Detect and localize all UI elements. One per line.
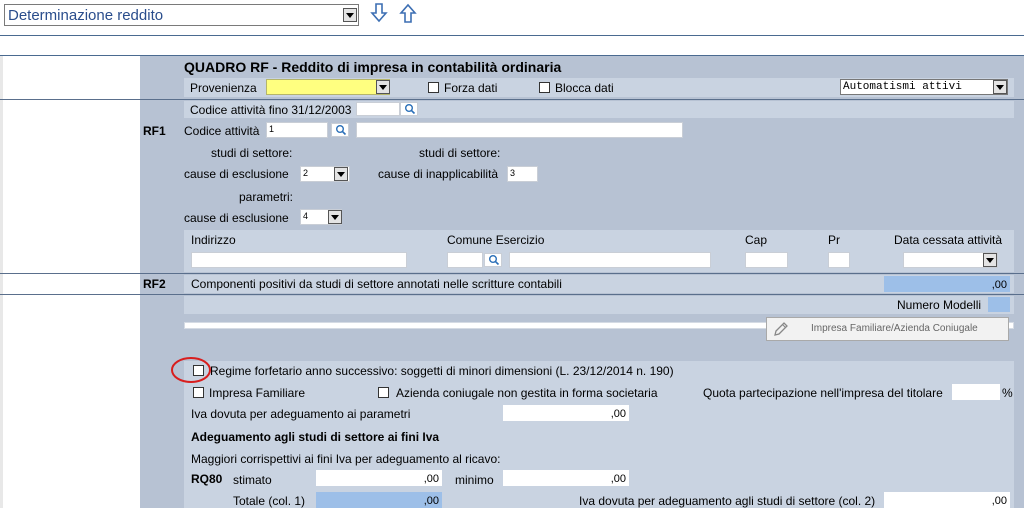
indirizzo-input[interactable] xyxy=(191,252,407,268)
automatismi-select[interactable]: Automatismi attivi xyxy=(840,79,1008,95)
quota-input[interactable] xyxy=(952,384,1000,400)
parametri-label: parametri: xyxy=(239,190,294,204)
studi-settore-label-1: studi di settore: xyxy=(211,146,293,160)
codice-fino-input[interactable] xyxy=(356,102,400,116)
azienda-coniugale-label: Azienda coniugale non gestita in forma s… xyxy=(396,386,658,400)
iva-parametri-input[interactable]: ,00 xyxy=(503,405,629,421)
search-icon-button[interactable] xyxy=(484,253,502,267)
cap-label: Cap xyxy=(745,233,768,247)
section-select[interactable]: Determinazione reddito xyxy=(4,4,359,26)
arrow-down-icon[interactable] xyxy=(370,3,388,23)
comune-code-input[interactable] xyxy=(447,252,483,268)
pr-label: Pr xyxy=(828,233,840,247)
totale-value[interactable]: ,00 xyxy=(316,492,442,508)
page-title: QUADRO RF - Reddito di impresa in contab… xyxy=(184,59,562,75)
automatismi-value: Automatismi attivi xyxy=(843,81,962,93)
codice-attivita-label: Codice attività xyxy=(184,124,260,138)
codice-attivita-input[interactable]: 1 xyxy=(266,122,328,138)
cause-inapplicabilita-label: cause di inapplicabilità xyxy=(378,167,499,181)
rf2-label: RF2 xyxy=(143,277,166,291)
impresa-familiare-button[interactable]: Impresa Familiare/Azienda Coniugale xyxy=(766,317,1009,341)
chevron-down-icon[interactable] xyxy=(328,210,342,224)
search-icon-button[interactable] xyxy=(331,123,349,137)
percent-label: % xyxy=(1002,386,1013,400)
pr-input[interactable] xyxy=(828,252,850,268)
pencil-icon xyxy=(774,322,788,336)
blocca-dati-label: Blocca dati xyxy=(555,81,614,95)
codice-fino-label: Codice attività fino 31/12/2003 xyxy=(190,103,352,117)
componenti-value[interactable]: ,00 xyxy=(884,276,1010,292)
row-divider xyxy=(0,273,1024,274)
comune-name-input[interactable] xyxy=(509,252,711,268)
totale-label: Totale (col. 1) xyxy=(233,494,306,508)
cause-esclusione-2-label: cause di esclusione xyxy=(184,211,289,225)
azienda-coniugale-checkbox[interactable] xyxy=(378,387,389,398)
numero-modelli-label: Numero Modelli xyxy=(897,298,982,312)
minimo-label: minimo xyxy=(455,473,494,487)
chevron-down-icon[interactable] xyxy=(334,167,348,181)
comune-label: Comune Esercizio xyxy=(447,233,545,247)
stimato-label: stimato xyxy=(233,473,272,487)
left-gutter xyxy=(0,56,3,508)
impresa-familiare-checkbox[interactable] xyxy=(193,387,204,398)
stimato-input[interactable]: ,00 xyxy=(316,470,442,486)
adeguamento-title: Adeguamento agli studi di settore ai fin… xyxy=(191,430,440,444)
rq80-label: RQ80 xyxy=(191,472,223,486)
search-icon xyxy=(489,255,500,266)
cause-inapplicabilita-input[interactable]: 3 xyxy=(507,166,538,182)
componenti-label: Componenti positivi da studi di settore … xyxy=(191,277,562,291)
row-divider xyxy=(0,99,1024,100)
cap-input[interactable] xyxy=(745,252,788,268)
arrow-up-icon[interactable] xyxy=(399,3,417,23)
numero-modelli-input[interactable] xyxy=(988,297,1010,312)
cause-esclusione-label: cause di esclusione xyxy=(184,167,289,181)
iva-parametri-label: Iva dovuta per adeguamento ai parametri xyxy=(191,407,411,421)
descrizione-attivita-input[interactable] xyxy=(356,122,683,138)
provenienza-label: Provenienza xyxy=(190,81,257,95)
minimo-input[interactable]: ,00 xyxy=(503,470,629,486)
quota-label: Quota partecipazione nell'impresa del ti… xyxy=(703,386,943,400)
chevron-down-icon[interactable] xyxy=(343,8,357,22)
blocca-dati-checkbox[interactable] xyxy=(539,82,550,93)
maggiori-label: Maggiori corrispettivi ai fini Iva per a… xyxy=(191,452,501,466)
search-icon xyxy=(336,125,347,136)
chevron-down-icon[interactable] xyxy=(376,80,390,94)
numero-modelli-bar xyxy=(184,296,1014,314)
iva-studi-input[interactable]: ,00 xyxy=(884,492,1010,508)
indirizzo-label: Indirizzo xyxy=(191,233,236,247)
chevron-down-icon[interactable] xyxy=(983,253,997,267)
row-divider xyxy=(0,294,1024,295)
regime-forfetario-label: Regime forfetario anno successivo: sogge… xyxy=(210,364,674,378)
data-cessata-label: Data cessata attività xyxy=(894,233,1003,247)
search-icon-button[interactable] xyxy=(400,102,418,116)
chevron-down-icon[interactable] xyxy=(993,80,1007,94)
rf1-label: RF1 xyxy=(143,124,166,138)
section-select-value: Determinazione reddito xyxy=(8,7,164,24)
iva-studi-label: Iva dovuta per adeguamento agli studi di… xyxy=(579,494,876,508)
forza-dati-checkbox[interactable] xyxy=(428,82,439,93)
forza-dati-label: Forza dati xyxy=(444,81,498,95)
impresa-familiare-button-label: Impresa Familiare/Azienda Coniugale xyxy=(811,323,978,334)
impresa-familiare-label: Impresa Familiare xyxy=(209,386,306,400)
toolbar-divider xyxy=(0,35,1024,36)
studi-settore-label-2: studi di settore: xyxy=(419,146,501,160)
annotation-circle xyxy=(171,357,211,383)
provenienza-select[interactable] xyxy=(266,79,390,95)
search-icon xyxy=(405,104,416,115)
